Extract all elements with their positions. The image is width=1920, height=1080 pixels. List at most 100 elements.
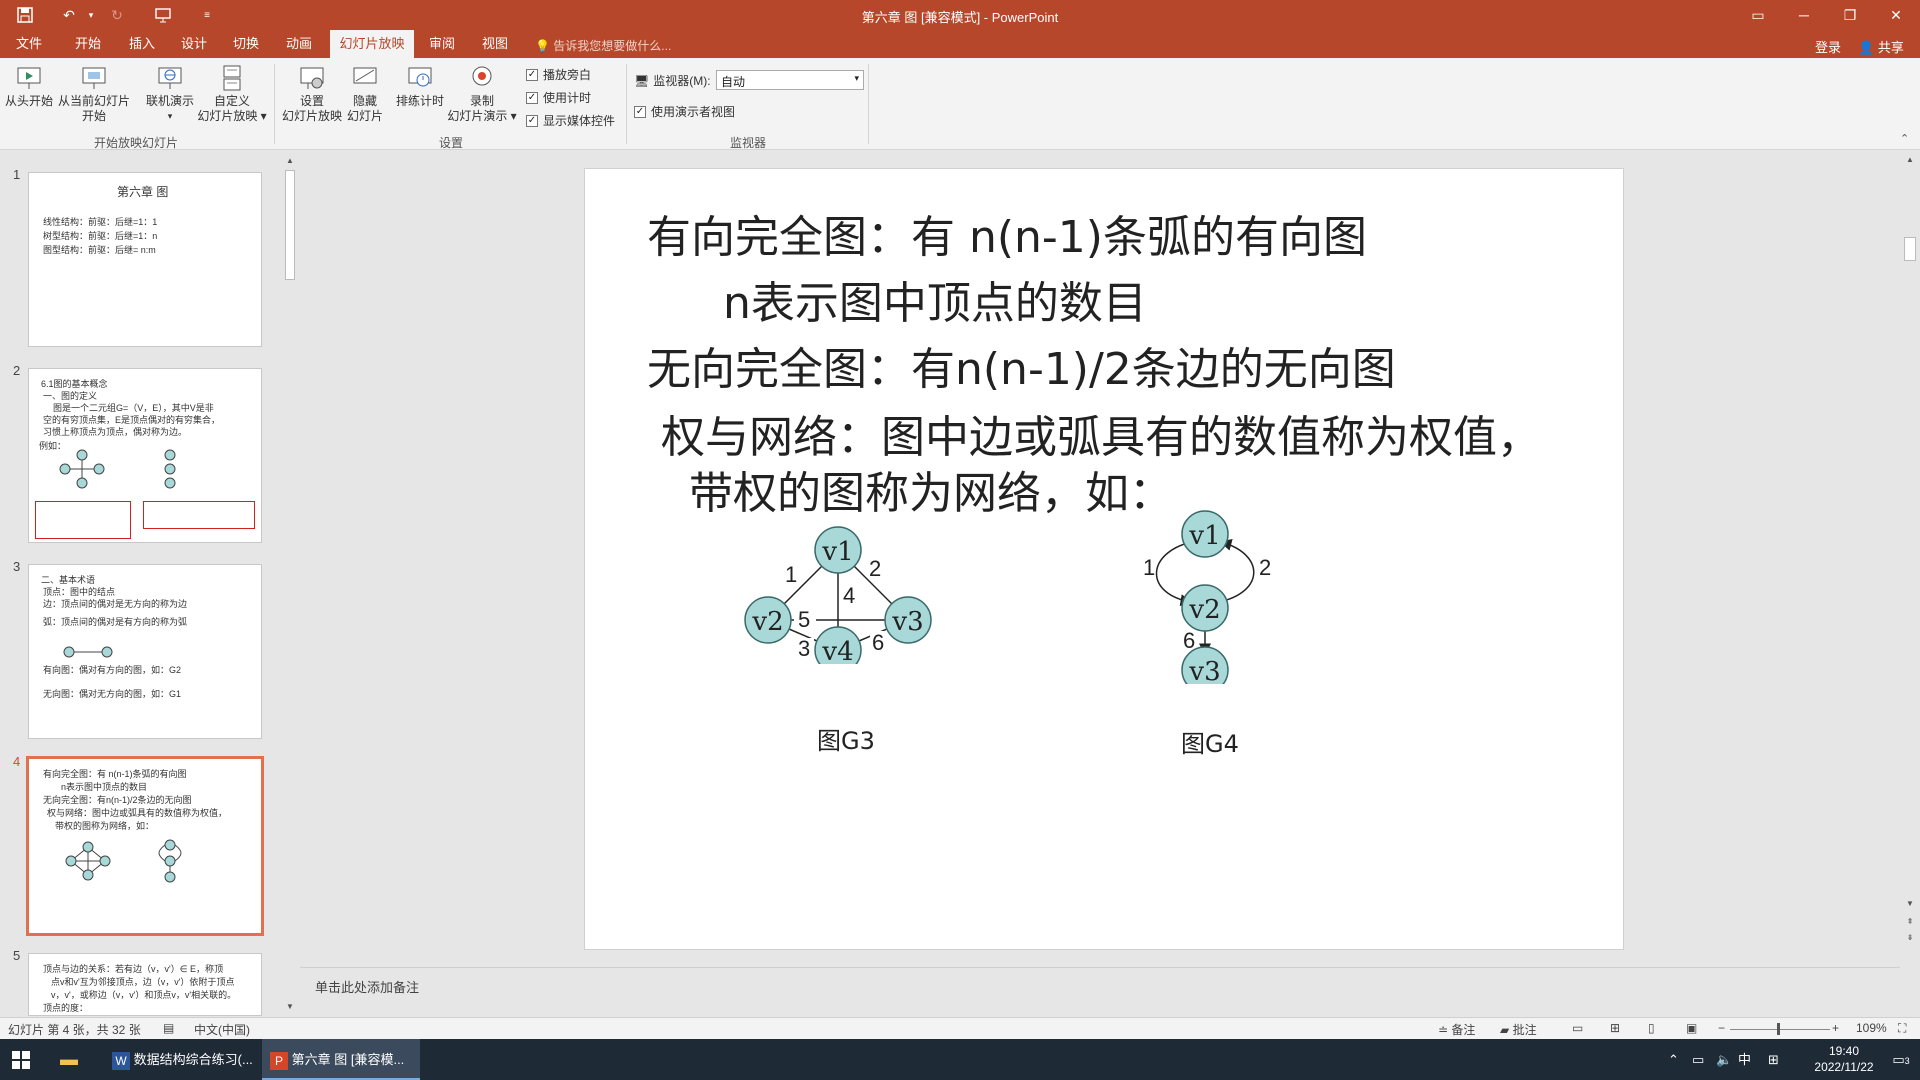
- slideshow-view-icon[interactable]: ▣: [1686, 1021, 1697, 1035]
- taskbar-powerpoint-window[interactable]: P 第六章 图 [兼容模...: [262, 1039, 420, 1080]
- slide-thumbnails-pane: 1 第六章 图 线性结构：前驱：后继=1：1 树型结构：前驱：后继=1：n 图型…: [0, 151, 300, 1016]
- normal-view-icon[interactable]: ▭: [1572, 1021, 1583, 1035]
- window-title: 第六章 图 [兼容模式] - PowerPoint: [861, 10, 1059, 25]
- fit-slide-icon[interactable]: ⛶: [1898, 1021, 1906, 1036]
- graph-preview-icon: [164, 449, 176, 489]
- notes-toggle[interactable]: ≐ 备注: [1438, 1021, 1475, 1038]
- zoom-level[interactable]: 109%: [1856, 1021, 1887, 1035]
- scrollbar-thumb[interactable]: [1904, 237, 1916, 261]
- use-timings-checkbox[interactable]: ✓ 使用计时: [526, 89, 591, 106]
- tab-animations[interactable]: 动画: [279, 30, 319, 58]
- scroll-down-icon[interactable]: ▼: [1900, 899, 1920, 908]
- keyboard-layout-icon[interactable]: ⊞: [1768, 1039, 1779, 1080]
- zoom-slider[interactable]: [1730, 1029, 1830, 1030]
- tab-review[interactable]: 审阅: [422, 30, 462, 58]
- network-icon[interactable]: ▭: [1692, 1039, 1704, 1080]
- monitor-dropdown[interactable]: 自动 ▾: [716, 70, 864, 90]
- reading-view-icon[interactable]: ▯: [1648, 1021, 1655, 1035]
- slide-line-4[interactable]: 权与网络：图中边或弧具有的数值称为权值，: [661, 401, 1541, 465]
- notes-icon: ≐: [1438, 1023, 1449, 1037]
- minimize-icon[interactable]: ─: [1782, 0, 1826, 30]
- share-button[interactable]: 👤 共享: [1858, 37, 1904, 56]
- hide-slide-button[interactable]: 隐藏 幻灯片: [344, 64, 386, 124]
- custom-slideshow-button[interactable]: 自定义 幻灯片放映 ▾: [196, 64, 268, 124]
- zoom-in-icon[interactable]: +: [1832, 1021, 1839, 1035]
- comments-toggle[interactable]: ▰ 批注: [1500, 1021, 1537, 1038]
- login-link[interactable]: 登录: [1815, 37, 1841, 56]
- notification-icon[interactable]: ▭3: [1886, 1039, 1916, 1080]
- person-icon: 👤: [1858, 40, 1875, 55]
- slide-thumbnail-2[interactable]: 6.1图的基本概念 一、图的定义 图是一个二元组G=（V，E），其中V是非 空的…: [28, 368, 262, 543]
- graph-node: v2: [744, 596, 792, 644]
- collapse-ribbon-icon[interactable]: ⌃: [1900, 132, 1909, 145]
- tab-home[interactable]: 开始: [68, 30, 108, 58]
- tab-insert[interactable]: 插入: [122, 30, 162, 58]
- slide-line-2[interactable]: n表示图中顶点的数目: [723, 267, 1147, 331]
- ime-indicator[interactable]: 中: [1738, 1039, 1751, 1080]
- powerpoint-icon: P: [270, 1051, 288, 1070]
- scroll-up-icon[interactable]: ▲: [282, 156, 298, 165]
- edge-preview-icon: [63, 646, 113, 658]
- tab-design[interactable]: 设计: [174, 30, 214, 58]
- svg-text:v3: v3: [891, 607, 923, 637]
- previous-slide-icon[interactable]: ⇞: [1900, 917, 1920, 926]
- tab-view[interactable]: 视图: [475, 30, 515, 58]
- checkmark-icon: ✓: [634, 105, 646, 118]
- slide-thumbnail-1[interactable]: 第六章 图 线性结构：前驱：后继=1：1 树型结构：前驱：后继=1：n 图型结构…: [28, 172, 262, 347]
- slide-thumbnail-5[interactable]: 顶点与边的关系：若有边（v，v'）∈ E，称顶 点v和v'互为邻接顶点，边（v，…: [28, 953, 262, 1016]
- edge-weight: 2: [869, 556, 881, 581]
- slide-thumbnail-3[interactable]: 二、基本术语 顶点：图中的结点 边：顶点间的偶对是无方向的称为边 弧：顶点间的偶…: [28, 564, 262, 739]
- slide-line-3[interactable]: 无向完全图：有n(n-1)/2条边的无向图: [647, 333, 1396, 397]
- from-beginning-button[interactable]: 从头开始: [4, 64, 54, 109]
- windows-start-icon[interactable]: [12, 1039, 34, 1080]
- zoom-out-icon[interactable]: −: [1718, 1021, 1725, 1035]
- ribbon-divider: [868, 64, 869, 144]
- custom-show-icon: [223, 65, 241, 91]
- tab-slideshow[interactable]: 幻灯片放映: [330, 30, 414, 58]
- slide-counter: 幻灯片 第 4 张，共 32 张: [8, 1023, 141, 1037]
- slideshow-current-icon: [82, 67, 106, 89]
- slide-line-5[interactable]: 带权的图称为网络，如：: [689, 457, 1173, 521]
- present-online-button[interactable]: 联机演示 ▾: [140, 64, 200, 124]
- show-hidden-icons-icon[interactable]: ⌃: [1668, 1039, 1679, 1080]
- chevron-down-icon: ▾: [854, 73, 859, 83]
- edge-weight: 4: [843, 583, 855, 608]
- slide-line-1[interactable]: 有向完全图：有 n(n-1)条弧的有向图: [647, 201, 1367, 265]
- ribbon-display-icon[interactable]: ▭: [1736, 0, 1780, 30]
- ribbon-divider: [274, 64, 275, 144]
- notes-pane[interactable]: 单击此处添加备注: [300, 967, 1900, 1017]
- slide-scrollbar[interactable]: ▲ ▼ ⇞ ⇟: [1900, 151, 1920, 967]
- record-slideshow-button[interactable]: 录制 幻灯片演示 ▾: [446, 64, 518, 124]
- clock[interactable]: 19:40 2022/11/22: [1804, 1043, 1884, 1075]
- tell-me-search[interactable]: 💡 告诉我您想要做什么...: [535, 37, 671, 54]
- show-media-controls-checkbox[interactable]: ✓ 显示媒体控件: [526, 112, 615, 129]
- tab-file[interactable]: 文件: [6, 30, 52, 58]
- scrollbar-thumb[interactable]: [285, 170, 295, 280]
- slide-sorter-icon[interactable]: ⊞: [1610, 1021, 1620, 1035]
- from-current-button[interactable]: 从当前幻灯片 开始: [56, 64, 132, 124]
- setup-slideshow-button[interactable]: 设置 幻灯片放映: [278, 64, 346, 124]
- graph-preview-icon: [59, 449, 105, 489]
- volume-icon[interactable]: 🔈: [1716, 1039, 1732, 1080]
- status-bar: 幻灯片 第 4 张，共 32 张 ▤ 中文(中国) ≐ 备注 ▰ 批注 ▭ ⊞ …: [0, 1017, 1920, 1039]
- comment-icon: ▰: [1500, 1023, 1510, 1037]
- close-icon[interactable]: ✕: [1874, 0, 1918, 30]
- thumbnails-scrollbar[interactable]: ▲ ▼: [282, 156, 298, 1016]
- taskbar-word-window[interactable]: W 数据结构综合练习(...: [104, 1039, 256, 1080]
- spell-check-icon[interactable]: ▤: [163, 1021, 174, 1035]
- graph-node: v1: [814, 526, 862, 574]
- play-narration-checkbox[interactable]: ✓ 播放旁白: [526, 66, 591, 83]
- presenter-view-checkbox[interactable]: ✓ 使用演示者视图: [634, 103, 735, 120]
- slide-thumbnail-4[interactable]: 有向完全图：有 n(n-1)条弧的有向图 n表示图中顶点的数目 无向完全图：有n…: [26, 756, 264, 936]
- slide-canvas[interactable]: 有向完全图：有 n(n-1)条弧的有向图 n表示图中顶点的数目 无向完全图：有n…: [584, 168, 1624, 950]
- restore-icon[interactable]: ❐: [1828, 0, 1872, 30]
- scroll-up-icon[interactable]: ▲: [1900, 155, 1920, 164]
- scroll-down-icon[interactable]: ▼: [282, 1002, 298, 1011]
- rehearse-timings-button[interactable]: 排练计时: [392, 64, 448, 109]
- tab-transitions[interactable]: 切换: [226, 30, 266, 58]
- caption-g3: 图G3: [817, 727, 875, 755]
- language-indicator[interactable]: 中文(中国): [194, 1021, 250, 1038]
- zoom-slider-handle[interactable]: [1777, 1023, 1780, 1035]
- next-slide-icon[interactable]: ⇟: [1900, 933, 1920, 942]
- file-explorer-icon[interactable]: ▬: [60, 1039, 86, 1080]
